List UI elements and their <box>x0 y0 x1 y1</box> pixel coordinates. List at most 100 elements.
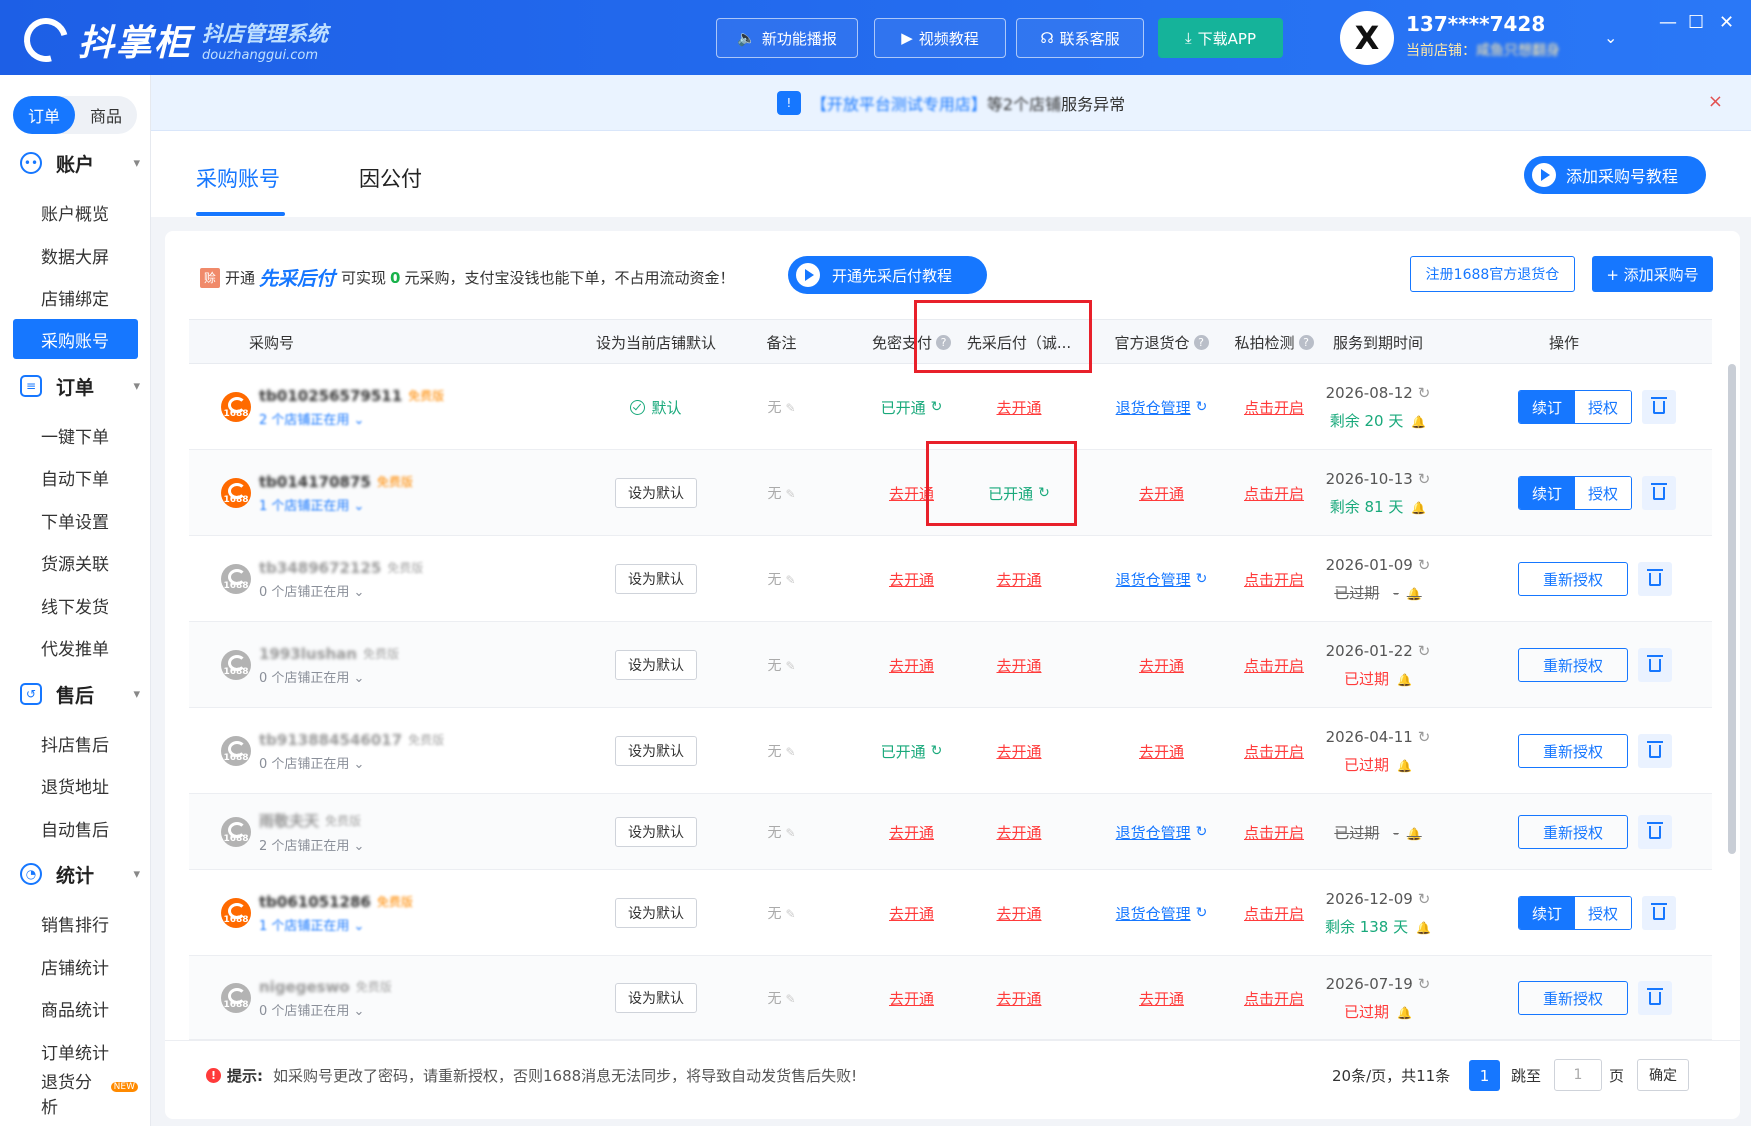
return-warehouse-manage-link[interactable]: 退货仓管理 <box>1116 569 1191 590</box>
sidebar-item-sales-ranking[interactable]: 销售排行 <box>13 903 138 943</box>
authorize-button[interactable]: 授权 <box>1575 897 1631 929</box>
bell-icon[interactable]: 🔔 <box>1416 921 1431 935</box>
reauthorize-button[interactable]: 重新授权 <box>1518 562 1628 596</box>
feature-news-button[interactable]: 🔈 新功能播报 <box>716 18 858 58</box>
jump-confirm-button[interactable]: 确定 <box>1637 1059 1689 1091</box>
refresh-icon[interactable]: ↻ <box>1418 642 1431 660</box>
sidebar-item-source-link[interactable]: 货源关联 <box>13 542 138 582</box>
note-cell[interactable]: 无 ✎ <box>767 903 795 923</box>
note-cell[interactable]: 无 ✎ <box>767 988 795 1008</box>
note-cell[interactable]: 无 ✎ <box>767 483 795 503</box>
set-default-button[interactable]: 设为默认 <box>615 983 697 1013</box>
sidebar-item-data-screen[interactable]: 数据大屏 <box>13 235 138 275</box>
delete-button[interactable] <box>1638 562 1672 596</box>
video-tutorial-button[interactable]: ▶ 视频教程 <box>874 18 1006 58</box>
bell-icon[interactable]: 🔔 <box>1407 587 1422 601</box>
sidebar-item-offline-shipping[interactable]: 线下发货 <box>13 585 138 625</box>
refresh-icon[interactable]: ↻ <box>1418 556 1431 574</box>
contact-support-button[interactable]: ☊ 联系客服 <box>1016 18 1144 58</box>
edit-icon[interactable]: ✎ <box>785 907 795 921</box>
refresh-icon[interactable]: ↻ <box>1418 470 1431 488</box>
reauthorize-button[interactable]: 重新授权 <box>1518 648 1628 682</box>
set-default-button[interactable]: 设为默认 <box>615 650 697 680</box>
return-warehouse-manage-link[interactable]: 退货仓管理 <box>1116 822 1191 843</box>
edit-icon[interactable]: ✎ <box>785 745 795 759</box>
sidebar-item-order-settings[interactable]: 下单设置 <box>13 500 138 540</box>
chevron-down-icon[interactable]: ⌄ <box>1604 28 1617 47</box>
sidebar-group-orders[interactable]: ≡ 订单 ▾ <box>20 371 140 401</box>
sidebar-item-return-address[interactable]: 退货地址 <box>13 765 138 805</box>
note-cell[interactable]: 无 ✎ <box>767 741 795 761</box>
close-window-icon[interactable]: ✕ <box>1719 12 1734 33</box>
page-1-button[interactable]: 1 <box>1469 1060 1500 1091</box>
notice-shop[interactable]: 【开放平台测试专用店】 <box>811 91 987 115</box>
add-account-tutorial-button[interactable]: 添加采购号教程 <box>1524 156 1706 194</box>
stores-using[interactable]: 0 个店铺正在用 ⌄ <box>259 1000 392 1019</box>
sidebar-item-dropship-push[interactable]: 代发推单 <box>13 627 138 667</box>
tab-purchase-accounts[interactable]: 采购账号 <box>196 163 280 193</box>
stores-using[interactable]: 1 个店铺正在用 ⌄ <box>259 495 413 514</box>
sidebar-item-purchase-accounts[interactable]: 采购账号 <box>13 319 138 359</box>
seg-orders[interactable]: 订单 <box>13 96 75 134</box>
refresh-icon[interactable]: ↻ <box>1418 384 1431 402</box>
sidebar-group-aftersale[interactable]: ↺ 售后 ▾ <box>20 679 140 709</box>
delete-button[interactable] <box>1638 981 1672 1015</box>
note-cell[interactable]: 无 ✎ <box>767 569 795 589</box>
stores-using[interactable]: 0 个店铺正在用 ⌄ <box>259 581 423 600</box>
sidebar-group-stats[interactable]: ◔ 统计 ▾ <box>20 859 140 889</box>
authorize-button[interactable]: 授权 <box>1575 391 1631 423</box>
set-default-button[interactable]: 设为默认 <box>615 898 697 928</box>
sidebar-item-product-stats[interactable]: 商品统计 <box>13 988 138 1028</box>
sidebar-item-store-stats[interactable]: 店铺统计 <box>13 946 138 986</box>
delete-button[interactable] <box>1638 734 1672 768</box>
stores-using[interactable]: 0 个店铺正在用 ⌄ <box>259 667 399 686</box>
renew-button[interactable]: 续订 <box>1519 897 1575 929</box>
bell-icon[interactable]: 🔔 <box>1397 673 1412 687</box>
bell-icon[interactable]: 🔔 <box>1397 1006 1412 1020</box>
sidebar-item-account-overview[interactable]: 账户概览 <box>13 192 138 232</box>
edit-icon[interactable]: ✎ <box>785 487 795 501</box>
order-product-switch[interactable]: 订单 商品 <box>13 96 137 134</box>
authorize-button[interactable]: 授权 <box>1575 477 1631 509</box>
page-size-info[interactable]: 20条/页，共11条 <box>1332 1058 1450 1092</box>
register-return-warehouse-button[interactable]: 注册1688官方退货仓 <box>1410 256 1575 292</box>
note-cell[interactable]: 无 ✎ <box>767 655 795 675</box>
download-app-button[interactable]: ⤓ 下载APP <box>1158 18 1283 58</box>
refresh-icon[interactable]: ↻ <box>1418 728 1431 746</box>
note-cell[interactable]: 无 ✎ <box>767 397 795 417</box>
bell-icon[interactable]: 🔔 <box>1407 827 1422 841</box>
avatar[interactable]: X <box>1340 11 1394 65</box>
maximize-icon[interactable]: ☐ <box>1688 12 1704 33</box>
sidebar-item-one-click-order[interactable]: 一键下单 <box>13 415 138 455</box>
scrollbar[interactable] <box>1728 364 1736 854</box>
tab-corporate-pay[interactable]: 因公付 <box>359 163 422 193</box>
note-cell[interactable]: 无 ✎ <box>767 822 795 842</box>
promo-tutorial-button[interactable]: 开通先采后付教程 <box>788 256 987 294</box>
sidebar-item-store-binding[interactable]: 店铺绑定 <box>13 277 138 317</box>
bell-icon[interactable]: 🔔 <box>1397 759 1412 773</box>
delete-button[interactable] <box>1642 476 1676 510</box>
seg-products[interactable]: 商品 <box>75 96 137 134</box>
sidebar-item-auto-aftersale[interactable]: 自动售后 <box>13 808 138 848</box>
renew-button[interactable]: 续订 <box>1519 391 1575 423</box>
stores-using[interactable]: 1 个店铺正在用 ⌄ <box>259 915 413 934</box>
reauthorize-button[interactable]: 重新授权 <box>1518 734 1628 768</box>
refresh-icon[interactable]: ↻ <box>1418 890 1431 908</box>
set-default-button[interactable]: 设为默认 <box>615 817 697 847</box>
delete-button[interactable] <box>1642 896 1676 930</box>
edit-icon[interactable]: ✎ <box>785 573 795 587</box>
sidebar-item-order-stats[interactable]: 订单统计 <box>13 1031 138 1071</box>
add-purchase-account-button[interactable]: + 添加采购号 <box>1592 256 1713 292</box>
edit-icon[interactable]: ✎ <box>785 992 795 1006</box>
return-warehouse-manage-link[interactable]: 退货仓管理 <box>1116 903 1191 924</box>
sidebar-item-return-analysis[interactable]: 退货分析 NEW <box>13 1073 138 1118</box>
set-default-button[interactable]: 设为默认 <box>615 478 697 508</box>
delete-button[interactable] <box>1642 390 1676 424</box>
bell-icon[interactable]: 🔔 <box>1411 501 1426 515</box>
stores-using[interactable]: 0 个店铺正在用 ⌄ <box>259 753 444 772</box>
refresh-icon[interactable]: ↻ <box>1418 975 1431 993</box>
edit-icon[interactable]: ✎ <box>785 401 795 415</box>
edit-icon[interactable]: ✎ <box>785 659 795 673</box>
sidebar-item-auto-order[interactable]: 自动下单 <box>13 457 138 497</box>
delete-button[interactable] <box>1638 648 1672 682</box>
